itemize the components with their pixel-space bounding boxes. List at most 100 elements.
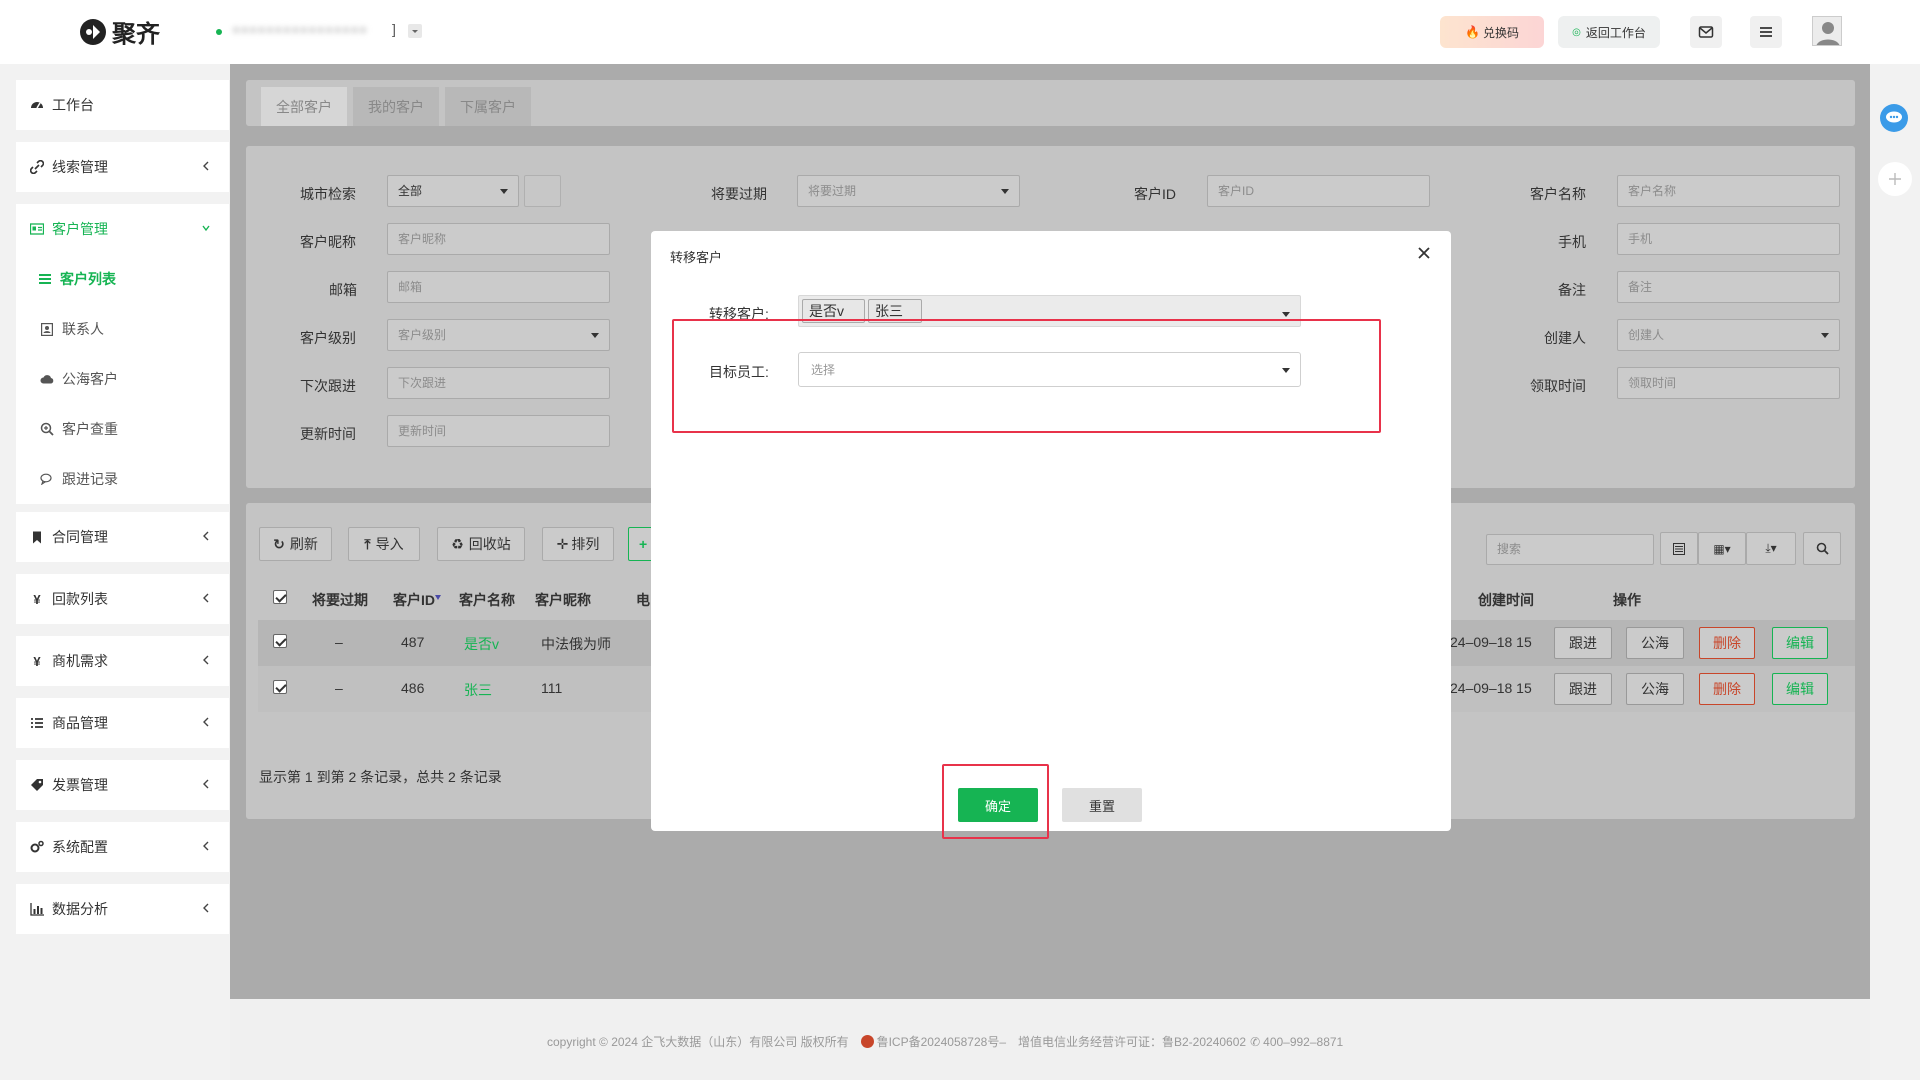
header-expire: 将要过期 — [312, 592, 368, 608]
header-operations: 操作 — [1613, 592, 1641, 608]
public-pool-button[interactable]: 公海 — [1626, 673, 1684, 705]
refresh-button[interactable]: ↻ 刷新 — [259, 527, 332, 561]
sidebar-item-dedupe[interactable]: 客户查重 — [16, 404, 229, 454]
edit-button[interactable]: 编辑 — [1772, 673, 1828, 705]
remark-input[interactable]: 备注 — [1617, 271, 1840, 303]
recycle-icon: ♻ — [451, 535, 464, 552]
avatar[interactable] — [1812, 16, 1842, 46]
header-phone: 电 — [636, 592, 650, 608]
chevron-left-icon — [201, 777, 211, 791]
dialog-title: 转移客户 — [670, 250, 723, 265]
icp-link[interactable]: 鲁ICP备2024058728号– — [877, 1033, 1006, 1050]
follow-button[interactable]: 跟进 — [1554, 673, 1612, 705]
fire-icon: 🔥 — [1465, 25, 1480, 39]
cell-nickname: 中法俄为师 — [541, 636, 611, 652]
creator-select[interactable]: 创建人 — [1617, 319, 1840, 351]
customer-id-input[interactable]: 客户ID — [1207, 175, 1430, 207]
chevron-down-icon — [201, 221, 211, 235]
target-employee-select[interactable]: 选择 — [798, 352, 1301, 387]
row-checkbox[interactable] — [273, 634, 287, 648]
download-icon: ⤓▾ — [1765, 541, 1777, 555]
chevron-left-icon — [201, 591, 211, 605]
nickname-label: 客户昵称 — [300, 234, 356, 250]
nickname-input[interactable]: 客户昵称 — [387, 223, 610, 255]
dashboard-icon — [30, 98, 44, 112]
target-employee-placeholder: 选择 — [811, 363, 836, 377]
add-float-button[interactable] — [1878, 162, 1912, 196]
menu-icon[interactable] — [1750, 16, 1782, 48]
row-checkbox[interactable] — [273, 680, 287, 694]
yen-icon: ¥ — [33, 591, 41, 607]
table-view-toggle-button[interactable] — [1660, 532, 1698, 565]
import-button[interactable]: ⤒ 导入 — [348, 527, 420, 561]
cell-expire: – — [335, 680, 343, 696]
level-select[interactable]: 客户级别 — [387, 319, 610, 351]
edit-button[interactable]: 编辑 — [1772, 627, 1828, 659]
public-pool-button[interactable]: 公海 — [1626, 627, 1684, 659]
sidebar-item-leads[interactable]: 线索管理 — [16, 142, 229, 192]
tab-my-customers[interactable]: 我的客户 — [353, 87, 439, 126]
company-dropdown-icon[interactable] — [408, 24, 422, 38]
sidebar-item-public-customers[interactable]: 公海客户 — [16, 354, 229, 404]
sidebar-item-analytics[interactable]: 数据分析 — [16, 884, 229, 934]
column-toggle-button[interactable]: ▦▾ — [1698, 532, 1746, 565]
return-workbench-button[interactable]: ◎ 返回工作台 — [1558, 16, 1660, 48]
delete-button[interactable]: 删除 — [1699, 627, 1755, 659]
sort-desc-icon[interactable] — [435, 595, 441, 600]
email-input[interactable]: 邮箱 — [387, 271, 610, 303]
city-filter-extra[interactable] — [524, 175, 561, 207]
sidebar-item-customer-list[interactable]: 客户列表 — [16, 254, 229, 304]
mail-icon[interactable] — [1690, 16, 1722, 48]
confirm-button[interactable]: 确定 — [958, 788, 1038, 822]
reset-button[interactable]: 重置 — [1062, 788, 1142, 822]
cell-customer-name-link[interactable]: 是否v — [464, 634, 499, 654]
follow-button[interactable]: 跟进 — [1554, 627, 1612, 659]
refresh-icon: ↻ — [273, 535, 285, 552]
customer-name-input[interactable]: 客户名称 — [1617, 175, 1840, 207]
sidebar-item-opportunities[interactable]: ¥ 商机需求 — [16, 636, 229, 686]
phone-input[interactable]: 手机 — [1617, 223, 1840, 255]
table-search-input[interactable]: 搜索 — [1486, 534, 1654, 565]
update-time-label: 更新时间 — [300, 426, 356, 442]
sidebar-item-settings[interactable]: 系统配置 — [16, 822, 229, 872]
next-follow-input[interactable]: 下次跟进 — [387, 367, 610, 399]
chevron-left-icon — [201, 901, 211, 915]
close-icon[interactable] — [1416, 245, 1432, 261]
recycle-bin-button[interactable]: ♻ 回收站 — [437, 527, 525, 561]
expire-filter-select[interactable]: 将要过期 — [797, 175, 1020, 207]
claim-time-input[interactable]: 领取时间 — [1617, 367, 1840, 399]
exchange-code-button[interactable]: 🔥 兑换码 — [1440, 16, 1544, 48]
select-all-checkbox[interactable] — [273, 590, 287, 604]
cell-created-time: 24–09–18 15 — [1450, 680, 1532, 696]
cell-nickname: 111 — [541, 680, 563, 696]
company-bracket: ] — [392, 21, 396, 37]
pagination-info: 显示第 1 到第 2 条记录，总共 2 条记录 — [259, 769, 502, 785]
sidebar-item-payments[interactable]: ¥ 回款列表 — [16, 574, 229, 624]
export-button[interactable]: ⤓▾ — [1746, 532, 1796, 565]
table-search-button[interactable] — [1803, 532, 1841, 565]
tab-all-customers[interactable]: 全部客户 — [261, 87, 347, 126]
chat-icon[interactable] — [1880, 104, 1908, 132]
sidebar-item-contracts[interactable]: 合同管理 — [16, 512, 229, 562]
tab-sub-customers[interactable]: 下属客户 — [445, 87, 531, 126]
app-logo[interactable]: 聚齐 — [78, 14, 160, 49]
move-icon: ✛ — [556, 535, 569, 552]
sidebar-item-follow-records[interactable]: 跟进记录 — [16, 454, 229, 504]
sidebar-item-workbench[interactable]: 工作台 — [16, 80, 229, 130]
cell-customer-name-link[interactable]: 张三 — [464, 680, 492, 700]
logo-text: 聚齐 — [112, 21, 160, 48]
target-employee-label: 目标员工: — [709, 364, 769, 380]
claim-time-label: 领取时间 — [1530, 378, 1586, 394]
sidebar-item-contacts[interactable]: 联系人 — [16, 304, 229, 354]
sidebar-item-customers[interactable]: 客户管理 — [16, 204, 229, 254]
delete-button[interactable]: 删除 — [1699, 673, 1755, 705]
creator-label: 创建人 — [1544, 330, 1586, 346]
city-filter-select[interactable]: 全部 — [387, 175, 519, 207]
update-time-input[interactable]: 更新时间 — [387, 415, 610, 447]
link-icon — [30, 160, 44, 174]
sort-button[interactable]: ✛ 排列 — [542, 527, 614, 561]
header-customer-id[interactable]: 客户ID — [393, 590, 435, 610]
sidebar-item-products[interactable]: 商品管理 — [16, 698, 229, 748]
sidebar-item-invoices[interactable]: 发票管理 — [16, 760, 229, 810]
phone-label: 手机 — [1558, 234, 1586, 250]
